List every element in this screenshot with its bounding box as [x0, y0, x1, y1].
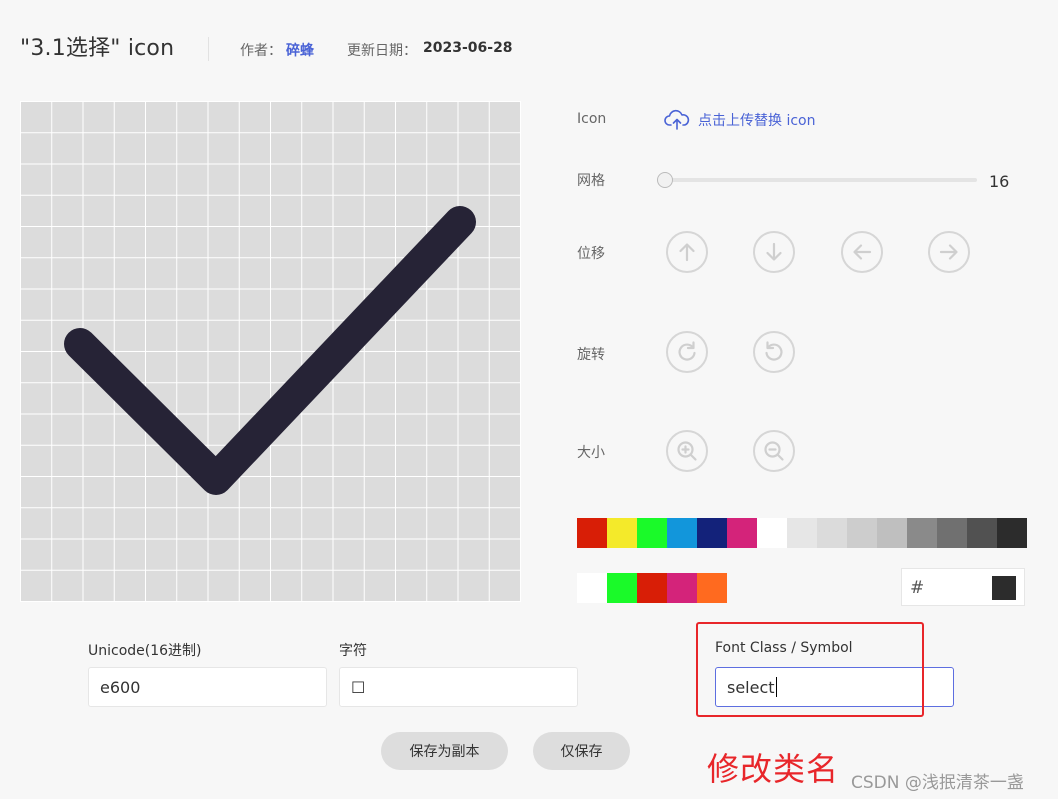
grid-size-slider[interactable]: [657, 172, 977, 188]
page-title: "3.1选择" icon: [20, 36, 175, 61]
icon-canvas-grid[interactable]: [20, 101, 521, 602]
unicode-label: Unicode(16进制): [88, 643, 202, 659]
upload-replace-link[interactable]: 点击上传替换 icon: [664, 106, 815, 134]
char-value: ☐: [351, 677, 366, 697]
header-divider: [208, 37, 209, 61]
recent-colors: [577, 573, 727, 603]
color-swatch[interactable]: [967, 518, 997, 548]
color-swatch[interactable]: [607, 518, 637, 548]
size-label: 大小: [577, 445, 605, 461]
arrow-down-icon: [766, 242, 782, 261]
upload-link-text: 点击上传替换 icon: [698, 113, 816, 129]
color-palette: [577, 518, 1027, 548]
color-swatch[interactable]: [637, 518, 667, 548]
author-name[interactable]: 碎蜂: [286, 43, 314, 59]
move-left-button[interactable]: [841, 231, 883, 273]
zoom-in-icon: [677, 441, 697, 461]
slider-thumb[interactable]: [657, 172, 673, 188]
color-swatch[interactable]: [877, 518, 907, 548]
save-only-button[interactable]: 仅保存: [533, 732, 630, 770]
move-label: 位移: [577, 246, 605, 262]
icon-label: Icon: [577, 111, 607, 127]
char-label: 字符: [339, 643, 367, 659]
zoom-out-icon: [764, 441, 784, 461]
rotate-clockwise-icon: [678, 341, 696, 361]
rotate-label: 旋转: [577, 347, 605, 363]
color-swatch[interactable]: [577, 518, 607, 548]
color-swatch[interactable]: [787, 518, 817, 548]
color-swatch[interactable]: [997, 518, 1027, 548]
move-right-button[interactable]: [928, 231, 970, 273]
rotate-clockwise-button[interactable]: [666, 331, 708, 373]
slider-track[interactable]: [663, 178, 977, 182]
unicode-value: e600: [100, 677, 141, 697]
move-up-button[interactable]: [666, 231, 708, 273]
arrow-right-icon: [939, 244, 958, 260]
rotate-counterclockwise-button[interactable]: [753, 331, 795, 373]
arrow-up-icon: [679, 243, 695, 262]
color-swatch[interactable]: [817, 518, 847, 548]
color-swatch[interactable]: [667, 518, 697, 548]
color-swatch[interactable]: [937, 518, 967, 548]
arrow-left-icon: [853, 244, 872, 260]
annotation-highlight-box: [696, 622, 924, 717]
updated-date: 2023-06-28: [423, 40, 513, 56]
zoom-in-button[interactable]: [666, 430, 708, 472]
annotation-text: 修改类名: [707, 750, 840, 788]
watermark: CSDN @浅抿清茶一盏: [851, 773, 1024, 793]
color-swatch[interactable]: [607, 573, 637, 603]
rotate-counterclockwise-icon: [765, 341, 783, 361]
color-swatch[interactable]: [907, 518, 937, 548]
save-as-copy-button[interactable]: 保存为副本: [381, 732, 508, 770]
grid-value: 16: [989, 172, 1010, 191]
hex-color-input[interactable]: #: [901, 568, 1025, 606]
author-label: 作者：: [240, 43, 282, 59]
grid-label: 网格: [577, 173, 605, 189]
color-swatch[interactable]: [667, 573, 697, 603]
checkmark-glyph-icon: [64, 206, 476, 495]
color-swatch[interactable]: [757, 518, 787, 548]
color-swatch[interactable]: [697, 518, 727, 548]
move-down-button[interactable]: [753, 231, 795, 273]
unicode-input[interactable]: e600: [88, 667, 327, 707]
color-swatch[interactable]: [727, 518, 757, 548]
updated-label: 更新日期：: [347, 43, 417, 59]
color-swatch[interactable]: [847, 518, 877, 548]
color-swatch[interactable]: [697, 573, 727, 603]
cloud-upload-icon: [664, 109, 690, 130]
color-swatch[interactable]: [577, 573, 607, 603]
zoom-out-button[interactable]: [753, 430, 795, 472]
hex-prefix: #: [910, 578, 925, 598]
char-input[interactable]: ☐: [339, 667, 578, 707]
color-swatch[interactable]: [637, 573, 667, 603]
current-color-preview[interactable]: [992, 576, 1016, 600]
